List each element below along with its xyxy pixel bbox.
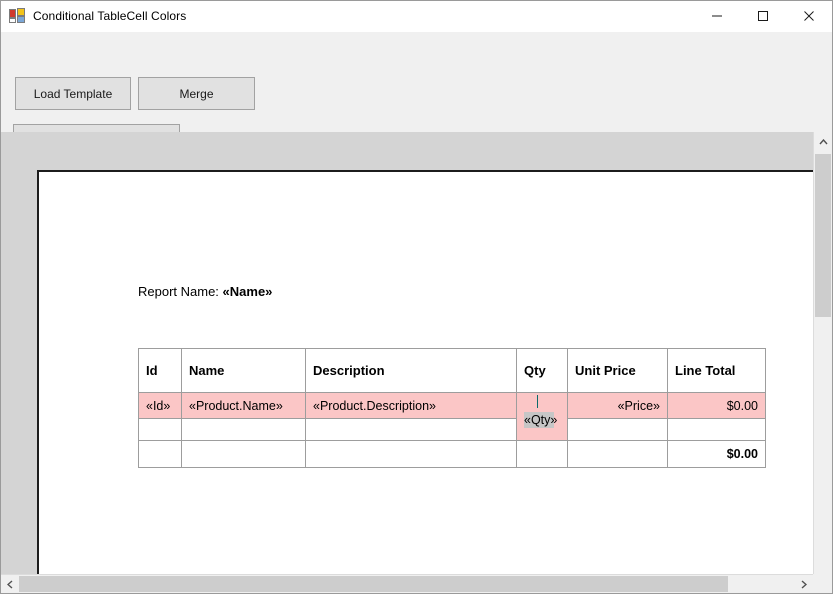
vertical-scrollbar-thumb[interactable] bbox=[815, 154, 831, 317]
document-page[interactable]: Report Name: «Name» Id Name Description … bbox=[37, 170, 813, 593]
window-title: Conditional TableCell Colors bbox=[33, 9, 186, 23]
table-row[interactable] bbox=[139, 419, 766, 441]
chevron-left-icon bbox=[7, 580, 13, 589]
chevron-up-icon bbox=[819, 139, 828, 145]
text-caret bbox=[537, 395, 538, 408]
report-name-line: Report Name: «Name» bbox=[138, 284, 272, 299]
cell-unit-price[interactable] bbox=[568, 441, 668, 468]
cell-unit-price[interactable]: «Price» bbox=[568, 393, 668, 419]
column-header-description: Description bbox=[306, 349, 517, 393]
cell-line-total[interactable]: $0.00 bbox=[668, 393, 766, 419]
scroll-left-button[interactable] bbox=[1, 575, 19, 593]
horizontal-scrollbar[interactable] bbox=[1, 574, 813, 593]
title-bar: Conditional TableCell Colors bbox=[1, 1, 832, 32]
cell-name[interactable] bbox=[182, 419, 306, 441]
cell-unit-price[interactable] bbox=[568, 419, 668, 441]
column-header-line-total: Line Total bbox=[668, 349, 766, 393]
scrollbar-corner bbox=[813, 574, 832, 593]
window-controls bbox=[694, 1, 832, 31]
column-header-unit-price: Unit Price bbox=[568, 349, 668, 393]
merge-button[interactable]: Merge bbox=[138, 77, 255, 110]
vertical-scrollbar[interactable] bbox=[813, 132, 832, 593]
cell-id[interactable]: «Id» bbox=[139, 393, 182, 419]
column-header-qty: Qty bbox=[517, 349, 568, 393]
cell-line-total[interactable] bbox=[668, 419, 766, 441]
cell-id[interactable] bbox=[139, 419, 182, 441]
horizontal-scrollbar-thumb[interactable] bbox=[19, 576, 728, 592]
application-window: Conditional TableCell Colors Load T bbox=[0, 0, 833, 594]
report-table: Id Name Description Qty Unit Price Line … bbox=[138, 348, 766, 468]
cell-qty-selected-text[interactable]: «Qty» bbox=[524, 412, 554, 428]
winforms-app-icon bbox=[9, 8, 25, 24]
minimize-button[interactable] bbox=[694, 1, 740, 31]
cell-name[interactable] bbox=[182, 441, 306, 468]
report-name-merge-field[interactable]: «Name» bbox=[223, 284, 273, 299]
report-name-label: Report Name: bbox=[138, 284, 219, 299]
scroll-right-button[interactable] bbox=[795, 575, 813, 593]
maximize-icon bbox=[757, 10, 769, 22]
load-template-button[interactable]: Load Template bbox=[15, 77, 131, 110]
close-icon bbox=[803, 10, 815, 22]
cell-description[interactable]: «Product.Description» bbox=[306, 393, 517, 419]
close-button[interactable] bbox=[786, 1, 832, 31]
scroll-up-button[interactable] bbox=[814, 132, 832, 152]
chevron-right-icon bbox=[801, 580, 807, 589]
cell-name[interactable]: «Product.Name» bbox=[182, 393, 306, 419]
cell-description[interactable] bbox=[306, 419, 517, 441]
table-row[interactable]: $0.00 bbox=[139, 441, 766, 468]
table-header-row: Id Name Description Qty Unit Price Line … bbox=[139, 349, 766, 393]
document-canvas[interactable]: Report Name: «Name» Id Name Description … bbox=[1, 132, 813, 593]
cell-qty[interactable] bbox=[517, 441, 568, 468]
minimize-icon bbox=[711, 10, 723, 22]
toolbar-panel: Load Template Merge Set Cell Color Condi… bbox=[1, 32, 832, 132]
maximize-button[interactable] bbox=[740, 1, 786, 31]
column-header-id: Id bbox=[139, 349, 182, 393]
cell-description[interactable] bbox=[306, 441, 517, 468]
cell-id[interactable] bbox=[139, 441, 182, 468]
table-row[interactable]: «Id» «Product.Name» «Product.Description… bbox=[139, 393, 766, 419]
cell-grand-total[interactable]: $0.00 bbox=[668, 441, 766, 468]
document-viewer: Report Name: «Name» Id Name Description … bbox=[1, 132, 832, 593]
cell-qty[interactable]: «Qty» bbox=[517, 393, 568, 441]
column-header-name: Name bbox=[182, 349, 306, 393]
